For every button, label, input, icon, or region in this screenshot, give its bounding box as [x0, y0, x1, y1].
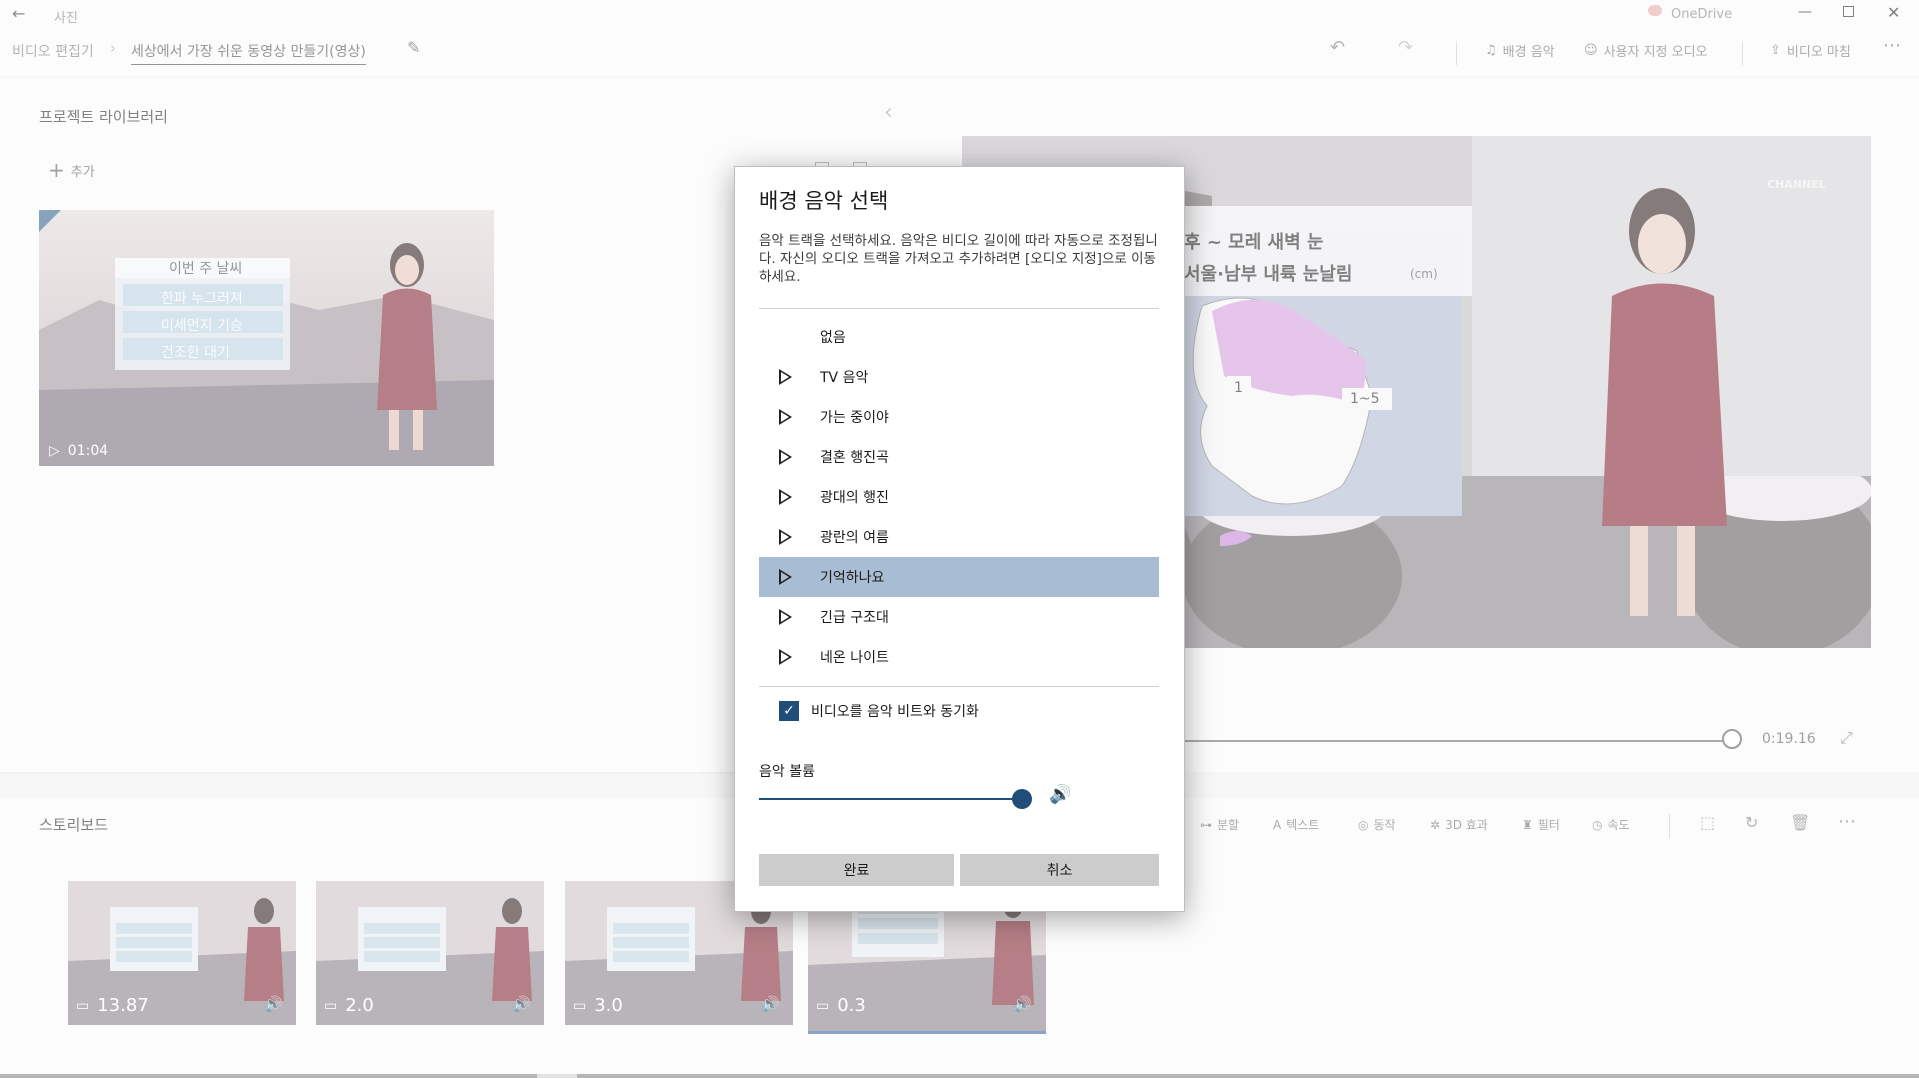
- music-item[interactable]: TV 음악: [759, 357, 1159, 397]
- play-icon[interactable]: [779, 369, 792, 385]
- music-track-list[interactable]: 없음 TV 음악 가는 중이야 결혼 행진곡 광대의 행진 광란의 여름 기억하…: [735, 317, 1184, 677]
- play-icon[interactable]: [779, 489, 792, 505]
- music-item-label: 네온 나이트: [820, 650, 889, 666]
- music-item-label: 기억하나요: [820, 570, 885, 586]
- music-item-selected[interactable]: 기억하나요: [759, 557, 1159, 597]
- music-item-label: 긴급 구조대: [820, 610, 889, 626]
- music-item[interactable]: 가는 중이야: [759, 397, 1159, 437]
- volume-label: 음악 볼륨: [759, 764, 815, 780]
- cancel-button[interactable]: 취소: [960, 854, 1159, 886]
- divider: [759, 686, 1159, 687]
- music-item[interactable]: 결혼 행진곡: [759, 437, 1159, 477]
- music-item-none[interactable]: 없음: [759, 317, 1159, 357]
- play-icon[interactable]: [779, 529, 792, 545]
- volume-slider-track[interactable]: [759, 798, 1021, 800]
- music-item-label: 결혼 행진곡: [820, 450, 889, 466]
- checkbox-checked-icon[interactable]: ✓: [779, 701, 799, 721]
- dialog-description: 음악 트랙을 선택하세요. 음악은 비디오 길이에 따라 자동으로 조정됩니다.…: [759, 233, 1158, 285]
- play-icon[interactable]: [779, 649, 792, 665]
- music-item-label: 가는 중이야: [820, 410, 889, 426]
- volume-slider-thumb[interactable]: [1012, 789, 1032, 809]
- speaker-icon: 🔊: [1049, 784, 1072, 805]
- music-item-label: 없음: [820, 330, 846, 346]
- play-icon[interactable]: [779, 569, 792, 585]
- done-button[interactable]: 완료: [759, 854, 954, 886]
- music-item[interactable]: 광란의 여름: [759, 517, 1159, 557]
- divider: [759, 308, 1159, 309]
- play-icon[interactable]: [779, 449, 792, 465]
- bg-music-dialog: 배경 음악 선택 음악 트랙을 선택하세요. 음악은 비디오 길이에 따라 자동…: [734, 166, 1185, 912]
- sync-beat-checkbox-row[interactable]: ✓ 비디오를 음악 비트와 동기화: [779, 701, 979, 721]
- play-icon[interactable]: [779, 609, 792, 625]
- dialog-title: 배경 음악 선택: [759, 189, 889, 213]
- music-item[interactable]: 긴급 구조대: [759, 597, 1159, 637]
- play-icon[interactable]: [779, 409, 792, 425]
- music-item-label: 광란의 여름: [820, 530, 889, 546]
- music-item[interactable]: 광대의 행진: [759, 477, 1159, 517]
- music-item[interactable]: 네온 나이트: [759, 637, 1159, 677]
- music-item-label: 광대의 행진: [820, 490, 889, 506]
- music-item-label: TV 음악: [820, 370, 869, 386]
- sync-beat-label: 비디오를 음악 비트와 동기화: [811, 704, 979, 720]
